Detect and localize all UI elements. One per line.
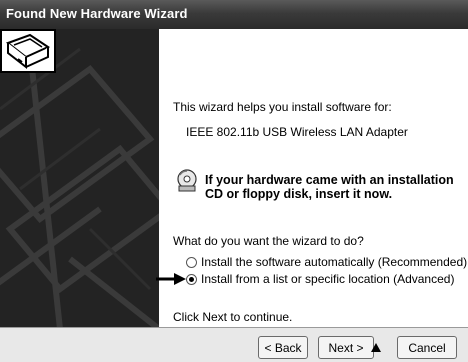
option-auto-install-label[interactable]: Install the software automatically (Reco… bbox=[201, 255, 467, 269]
side-panel-artwork-icon bbox=[0, 47, 159, 327]
wizard-content: This wizard helps you install software f… bbox=[159, 29, 468, 327]
intro-text: This wizard helps you install software f… bbox=[173, 100, 392, 114]
footer-hint: Click Next to continue. bbox=[173, 310, 293, 324]
device-name: IEEE 802.11b USB Wireless LAN Adapter bbox=[186, 125, 408, 139]
option-advanced-install-label[interactable]: Install from a list or specific location… bbox=[201, 272, 454, 286]
radio-auto-install[interactable] bbox=[186, 257, 197, 268]
pointer-arrow-icon bbox=[156, 273, 186, 285]
cd-notice: If your hardware came with an installati… bbox=[205, 173, 454, 201]
title-bar: Found New Hardware Wizard bbox=[0, 0, 468, 29]
question-text: What do you want the wizard to do? bbox=[173, 234, 364, 248]
hardware-wizard-icon bbox=[0, 29, 56, 73]
cd-icon bbox=[177, 169, 197, 192]
next-button[interactable]: Next > bbox=[318, 336, 374, 359]
window-title: Found New Hardware Wizard bbox=[6, 6, 188, 21]
radio-advanced-install[interactable] bbox=[186, 274, 197, 285]
back-button[interactable]: < Back bbox=[258, 336, 308, 359]
cancel-button[interactable]: Cancel bbox=[397, 336, 457, 359]
wizard-side-panel bbox=[0, 29, 159, 327]
mouse-cursor-icon bbox=[371, 343, 381, 352]
button-bar: < Back Next > Cancel bbox=[0, 327, 468, 362]
